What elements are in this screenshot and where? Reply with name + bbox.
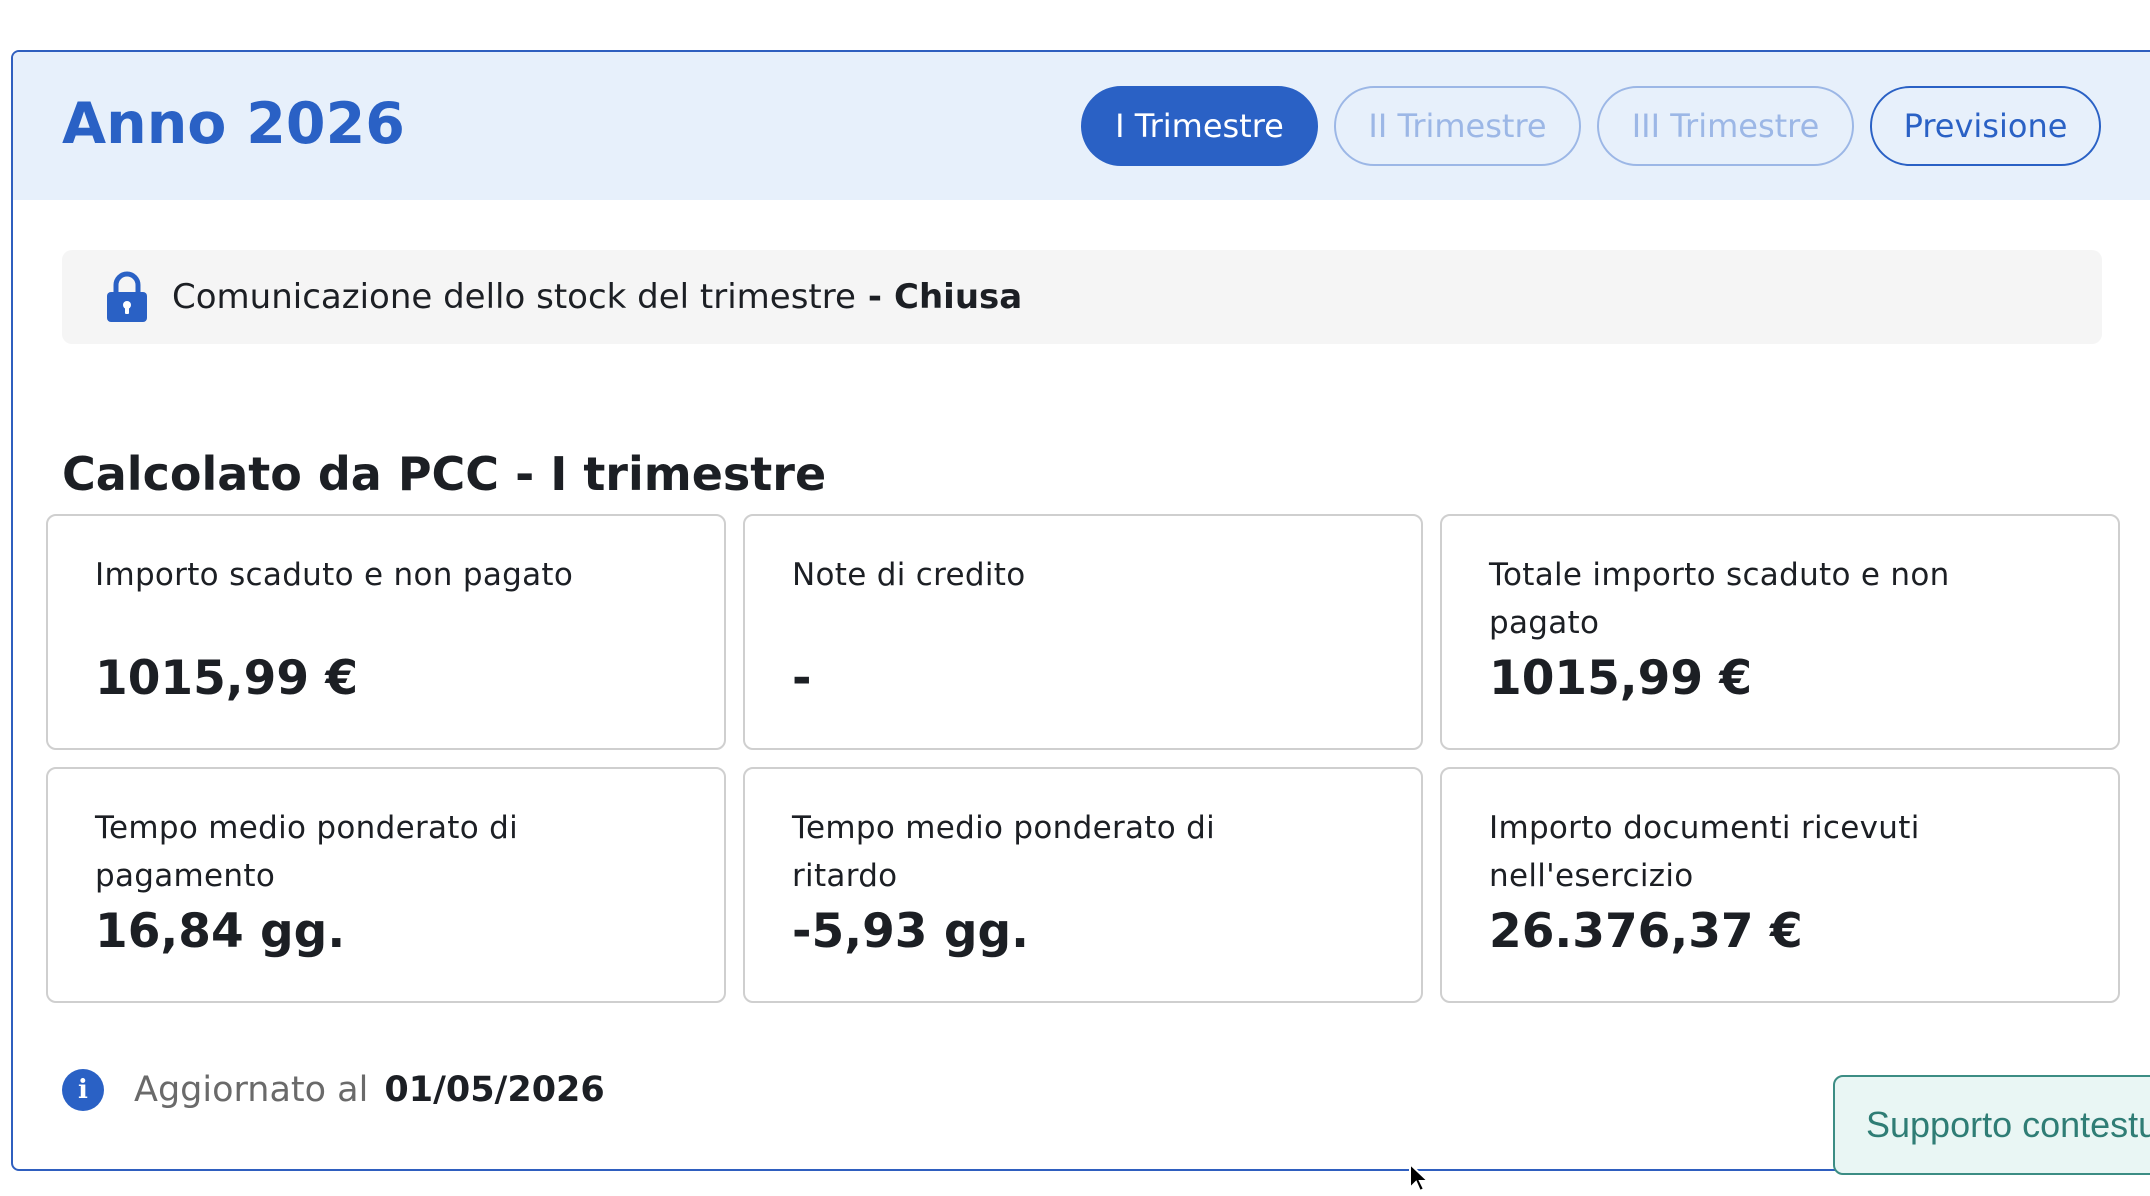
metric-value: -5,93 gg. xyxy=(792,904,1029,959)
metric-card: Totale importo scaduto e non pagato 1015… xyxy=(1440,514,2120,750)
updated-label: Aggiornato al xyxy=(134,1070,369,1110)
notice-text: Comunicazione dello stock del trimestre -… xyxy=(172,277,1022,317)
metric-card: Tempo medio ponderato di ritardo -5,93 g… xyxy=(743,767,1423,1003)
metrics-grid: Importo scaduto e non pagato 1015,99 € N… xyxy=(46,514,2120,1003)
notice-separator: - xyxy=(867,277,883,317)
metric-label: Totale importo scaduto e non pagato xyxy=(1489,557,1950,641)
info-icon: i xyxy=(62,1069,104,1111)
metric-card: Importo scaduto e non pagato 1015,99 € xyxy=(46,514,726,750)
tab-second-quarter: II Trimestre xyxy=(1334,86,1581,166)
metric-card: Importo documenti ricevuti nell'esercizi… xyxy=(1440,767,2120,1003)
metric-value: 16,84 gg. xyxy=(95,904,346,959)
tab-third-quarter: III Trimestre xyxy=(1597,86,1854,166)
quarter-tabs: I Trimestre II Trimestre III Trimestre P… xyxy=(1081,86,2101,166)
section-title: Calcolato da PCC - I trimestre xyxy=(62,447,827,501)
metric-card: Tempo medio ponderato di pagamento 16,84… xyxy=(46,767,726,1003)
tab-forecast[interactable]: Previsione xyxy=(1870,86,2101,166)
year-title: Anno 2026 xyxy=(62,91,405,157)
metric-label: Importo scaduto e non pagato xyxy=(95,557,574,593)
metric-label: Tempo medio ponderato di ritardo xyxy=(792,810,1216,894)
last-updated: i Aggiornato al 01/05/2026 xyxy=(62,1069,605,1111)
tab-first-quarter[interactable]: I Trimestre xyxy=(1081,86,1318,166)
metric-value: 1015,99 € xyxy=(1489,651,1753,706)
metric-label: Tempo medio ponderato di pagamento xyxy=(95,810,519,894)
lock-icon xyxy=(106,271,148,323)
metric-card: Note di credito - xyxy=(743,514,1423,750)
metric-value: - xyxy=(792,651,812,706)
notice-status: Chiusa xyxy=(894,277,1023,317)
metric-label: Importo documenti ricevuti nell'esercizi… xyxy=(1489,810,1920,894)
panel-header: Anno 2026 I Trimestre II Trimestre III T… xyxy=(13,52,2150,200)
updated-date: 01/05/2026 xyxy=(384,1070,605,1110)
metric-value: 1015,99 € xyxy=(95,651,359,706)
year-panel: Anno 2026 I Trimestre II Trimestre III T… xyxy=(11,50,2150,1171)
notice-message: Comunicazione dello stock del trimestre xyxy=(172,277,856,317)
metric-value: 26.376,37 € xyxy=(1489,904,1803,959)
stock-communication-notice: Comunicazione dello stock del trimestre -… xyxy=(62,250,2102,344)
contextual-support-button[interactable]: Supporto contestuale xyxy=(1833,1075,2150,1175)
metric-label: Note di credito xyxy=(792,557,1026,593)
